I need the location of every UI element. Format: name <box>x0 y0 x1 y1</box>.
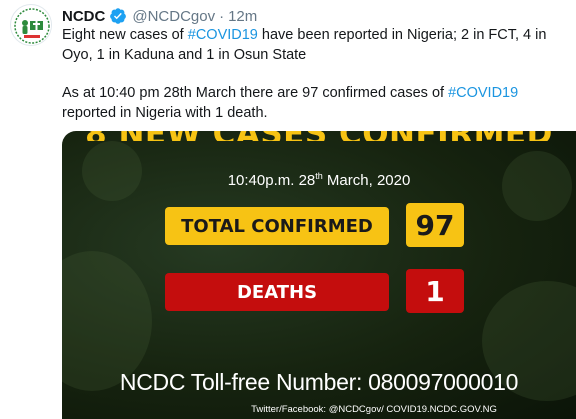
report-datetime: 10:40p.m. 28th March, 2020 <box>62 171 576 189</box>
tweet-media-image[interactable]: 8 NEW CASES CONFIRMED 10:40p.m. 28th Mar… <box>62 131 576 419</box>
social-handles: Twitter/Facebook: @NCDCgov/ COVID19.NCDC… <box>251 404 497 415</box>
avatar[interactable] <box>10 4 52 46</box>
tollfree-number: NCDC Toll-free Number: 080097000010 <box>119 369 519 395</box>
tweet-paragraph-2: As at 10:40 pm 28th March there are 97 c… <box>62 84 562 123</box>
tweet-timestamp[interactable]: 12m <box>228 8 257 25</box>
verified-badge-icon <box>110 8 127 24</box>
deaths-label: DEATHS <box>165 273 389 311</box>
headline: 8 NEW CASES CONFIRMED <box>62 131 576 141</box>
report-date: March, 2020 <box>322 172 411 189</box>
hashtag-link[interactable]: #COVID19 <box>188 27 258 43</box>
deaths-value: 1 <box>406 269 464 313</box>
hashtag-link[interactable]: #COVID19 <box>448 85 518 101</box>
user-handle[interactable]: @NCDCgov <box>132 8 215 25</box>
total-confirmed-label: TOTAL CONFIRMED <box>165 207 389 245</box>
display-name[interactable]: NCDC <box>62 8 105 25</box>
tweet-paragraph-1: Eight new cases of #COVID19 have been re… <box>62 26 562 65</box>
text-segment: As at 10:40 pm 28th March there are 97 c… <box>62 85 449 101</box>
date-suffix: th <box>315 171 323 181</box>
ncdc-logo-icon <box>12 6 51 45</box>
text-segment: Eight new cases of <box>62 27 188 43</box>
tweet[interactable]: NCDC @NCDCgov · 12m Eight new cases of #… <box>0 0 576 419</box>
tweet-header: NCDC @NCDCgov · 12m <box>62 6 257 26</box>
total-confirmed-value: 97 <box>406 203 464 247</box>
separator-dot: · <box>219 7 225 25</box>
report-time: 10:40p.m. 28 <box>227 172 316 189</box>
text-segment: reported in Nigeria with 1 death. <box>62 104 268 121</box>
tweet-text: Eight new cases of #COVID19 have been re… <box>62 26 562 123</box>
